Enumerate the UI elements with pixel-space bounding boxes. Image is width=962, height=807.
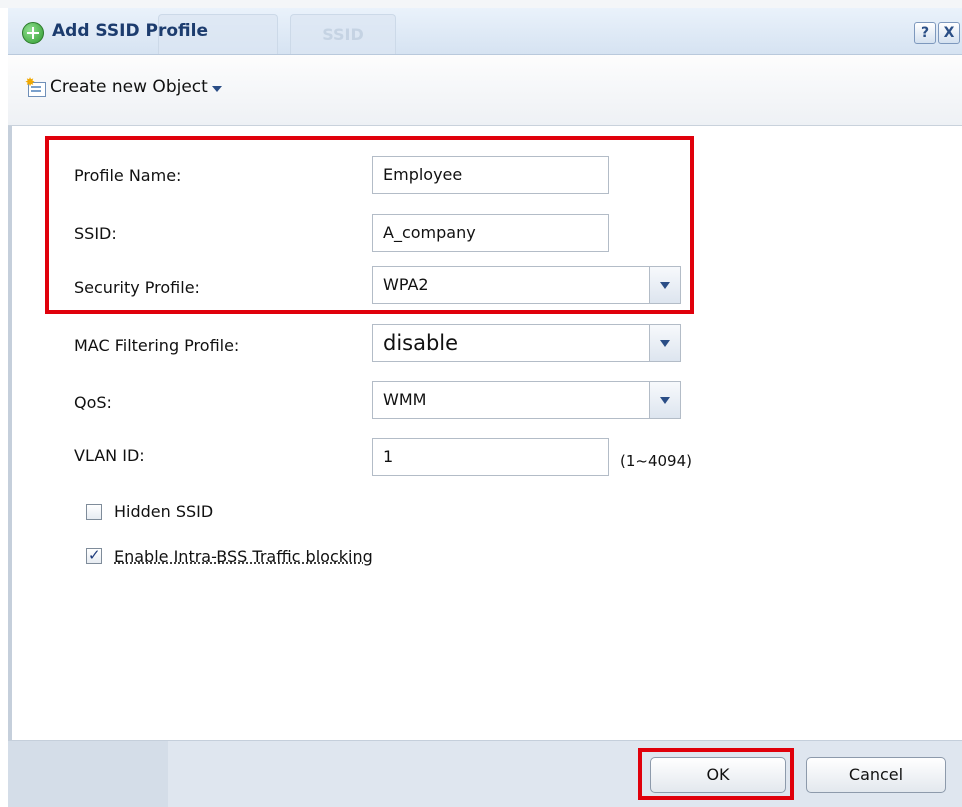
footer-left-shade [8,741,168,807]
hidden-ssid-checkbox[interactable] [86,504,102,520]
dialog-toolbar: ✸ Create new Object [8,55,962,126]
form-highlight-box [45,136,694,314]
mac-filtering-value: disable [383,331,459,355]
new-object-icon: ✸ [25,76,46,97]
vlan-id-input[interactable]: 1 [372,438,609,476]
close-button[interactable]: X [938,22,960,44]
page-background-strip [0,0,962,8]
intra-bss-label[interactable]: Enable Intra-BSS Traffic blocking [114,547,373,566]
help-button[interactable]: ? [914,22,936,44]
mac-filtering-select[interactable]: disable [372,324,681,362]
add-circle-icon [22,22,44,44]
qos-select[interactable]: WMM [372,381,681,419]
background-tab-ssid-ghost: SSID [290,14,396,54]
hidden-ssid-label[interactable]: Hidden SSID [114,502,213,521]
mac-filtering-label: MAC Filtering Profile: [74,336,240,355]
vlan-range-hint: (1~4094) [620,452,692,470]
dropdown-arrow-icon[interactable] [649,325,680,361]
vlan-id-label: VLAN ID: [74,446,145,465]
qos-value: WMM [383,390,427,409]
dialog-footer: OK Cancel [8,740,962,807]
cancel-button[interactable]: Cancel [806,757,946,793]
dialog-title: Add SSID Profile [52,21,208,41]
dialog-titlebar: SSID Add SSID Profile ? X [8,8,962,55]
intra-bss-checkbox[interactable] [86,546,102,564]
qos-label: QoS: [74,393,112,412]
add-ssid-profile-dialog: SSID Add SSID Profile ? X ✸ Create new O… [8,8,962,807]
ok-highlight-box [638,748,794,800]
create-new-object-menu[interactable]: ✸ Create new Object [25,75,222,99]
create-new-object-label: Create new Object [50,77,208,97]
dropdown-arrow-icon[interactable] [649,382,680,418]
chevron-down-icon [211,86,222,92]
